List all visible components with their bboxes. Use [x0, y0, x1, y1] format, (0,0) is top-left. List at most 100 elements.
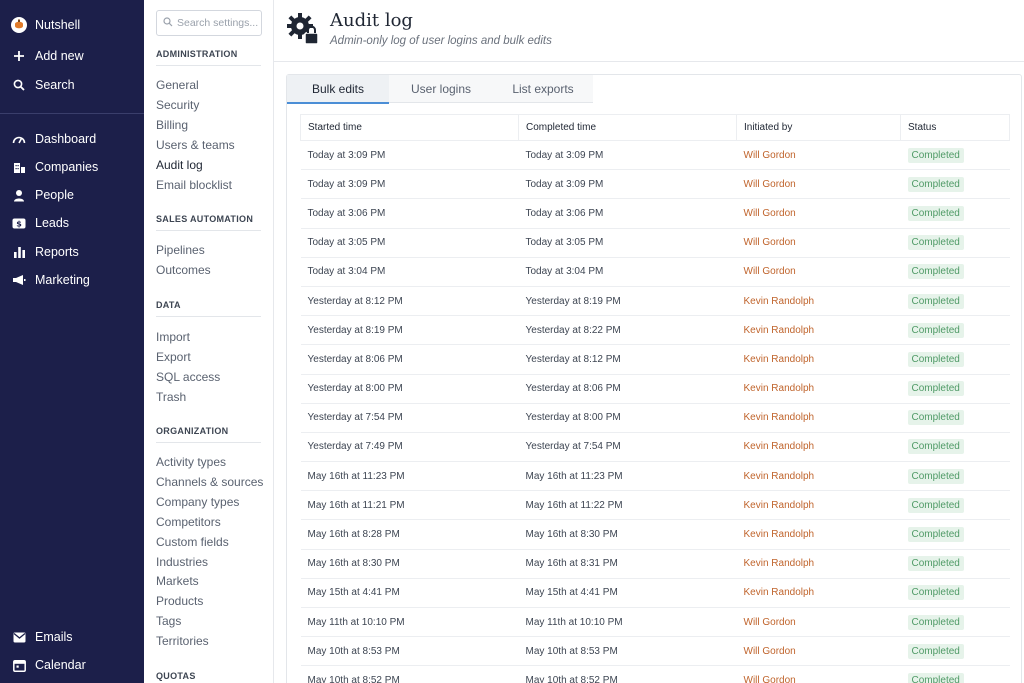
- settings-item-markets[interactable]: Markets: [156, 574, 199, 588]
- settings-item-products[interactable]: Products: [156, 594, 203, 608]
- settings-item-users-teams[interactable]: Users & teams: [156, 138, 235, 152]
- tab-user-logins[interactable]: User logins: [389, 75, 493, 103]
- initiated-by-link[interactable]: Kevin Randolph: [736, 461, 901, 492]
- settings-search[interactable]: [156, 10, 262, 36]
- table-row[interactable]: Yesterday at 7:54 PM Yesterday at 8:00 PM…: [300, 403, 1010, 433]
- initiated-by-link[interactable]: Will Gordon: [736, 228, 901, 258]
- settings-item-audit-log[interactable]: Audit log: [156, 158, 203, 172]
- completed-time-cell: Today at 3:04 PM: [518, 257, 737, 287]
- column-header-status[interactable]: Status: [900, 114, 1010, 141]
- nav-item-label: Calendar: [35, 658, 86, 672]
- initiated-by-link[interactable]: Kevin Randolph: [736, 490, 901, 521]
- settings-item-billing[interactable]: Billing: [156, 118, 188, 132]
- settings-item-general[interactable]: General: [156, 78, 199, 92]
- table-row[interactable]: May 16th at 11:21 PM May 16th at 11:22 PM…: [300, 490, 1010, 521]
- initiated-by-link[interactable]: Kevin Randolph: [736, 578, 901, 609]
- status-cell: Completed: [900, 228, 1010, 258]
- settings-item-industries[interactable]: Industries: [156, 555, 208, 569]
- column-header-started-time[interactable]: Started time: [300, 114, 519, 141]
- initiated-by-link[interactable]: Will Gordon: [736, 607, 901, 638]
- completed-time-cell: Today at 3:05 PM: [518, 228, 737, 258]
- settings-item-export[interactable]: Export: [156, 350, 191, 364]
- table-row[interactable]: May 15th at 4:41 PM May 15th at 4:41 PM Ke…: [300, 578, 1010, 609]
- nav-item-emails[interactable]: Emails: [0, 624, 144, 650]
- settings-item-custom-fields[interactable]: Custom fields: [156, 535, 229, 549]
- initiated-by-link[interactable]: Will Gordon: [736, 665, 901, 683]
- settings-item-competitors[interactable]: Competitors: [156, 515, 221, 529]
- tab-bulk-edits[interactable]: Bulk edits: [287, 75, 389, 104]
- nav-item-companies[interactable]: Companies: [0, 154, 144, 180]
- initiated-by-link[interactable]: Kevin Randolph: [736, 344, 901, 375]
- table-row[interactable]: May 11th at 10:10 PM May 11th at 10:10 PM…: [300, 607, 1010, 638]
- table-row[interactable]: Today at 3:06 PM Today at 3:06 PM Will Gor…: [300, 198, 1010, 229]
- leads-icon: $: [11, 215, 27, 231]
- status-cell: Completed: [900, 286, 1010, 317]
- table-row[interactable]: Yesterday at 7:49 PM Yesterday at 7:54 PM…: [300, 432, 1010, 463]
- table-row[interactable]: Today at 3:05 PM Today at 3:05 PM Will Gor…: [300, 228, 1010, 258]
- initiated-by-link[interactable]: Will Gordon: [736, 636, 901, 667]
- table-row[interactable]: May 16th at 8:28 PM May 16th at 8:30 PM Ke…: [300, 519, 1010, 550]
- initiated-by-link[interactable]: Will Gordon: [736, 140, 901, 171]
- nav-item-leads[interactable]: $ Leads: [0, 210, 144, 236]
- nav-item-search[interactable]: Search: [0, 72, 144, 98]
- settings-item-email-blocklist[interactable]: Email blocklist: [156, 178, 232, 192]
- nav-item-add-new[interactable]: Add new: [0, 43, 144, 69]
- table-row[interactable]: May 16th at 8:30 PM May 16th at 8:31 PM Ke…: [300, 549, 1010, 579]
- status-badge: Completed: [907, 293, 964, 309]
- status-badge: Completed: [907, 176, 964, 192]
- table-row[interactable]: Yesterday at 8:00 PM Yesterday at 8:06 PM…: [300, 374, 1010, 404]
- column-header-completed-time[interactable]: Completed time: [518, 114, 737, 141]
- status-badge: Completed: [907, 468, 964, 484]
- settings-item-activity-types[interactable]: Activity types: [156, 455, 226, 469]
- initiated-by-link[interactable]: Will Gordon: [736, 257, 901, 287]
- nav-item-calendar[interactable]: Calendar: [0, 652, 144, 678]
- settings-search-input[interactable]: [177, 17, 261, 29]
- status-cell: Completed: [900, 549, 1010, 579]
- completed-time-cell: Yesterday at 8:19 PM: [518, 286, 737, 317]
- column-header-initiated-by[interactable]: Initiated by: [736, 114, 901, 141]
- initiated-by-link[interactable]: Will Gordon: [736, 198, 901, 229]
- initiated-by-link[interactable]: Kevin Randolph: [736, 432, 901, 463]
- calendar-icon: [11, 657, 27, 673]
- table-row[interactable]: Yesterday at 8:12 PM Yesterday at 8:19 PM…: [300, 286, 1010, 317]
- started-time-cell: May 11th at 10:10 PM: [300, 607, 519, 638]
- app-brand[interactable]: Nutshell: [0, 12, 144, 38]
- nav-item-dashboard[interactable]: Dashboard: [0, 126, 144, 152]
- settings-item-trash[interactable]: Trash: [156, 390, 186, 404]
- table-row[interactable]: May 10th at 8:52 PM May 10th at 8:52 PM Wi…: [300, 665, 1010, 683]
- table-row[interactable]: Today at 3:09 PM Today at 3:09 PM Will Gor…: [300, 140, 1010, 171]
- table-row[interactable]: Yesterday at 8:06 PM Yesterday at 8:12 PM…: [300, 344, 1010, 375]
- settings-item-outcomes[interactable]: Outcomes: [156, 263, 211, 277]
- initiated-by-link[interactable]: Kevin Randolph: [736, 286, 901, 317]
- settings-item-sql-access[interactable]: SQL access: [156, 370, 220, 384]
- nav-item-people[interactable]: People: [0, 182, 144, 208]
- settings-item-security[interactable]: Security: [156, 98, 199, 112]
- initiated-by-link[interactable]: Will Gordon: [736, 169, 901, 200]
- completed-time-cell: May 15th at 4:41 PM: [518, 578, 737, 609]
- nav-item-marketing[interactable]: Marketing: [0, 267, 144, 293]
- table-row[interactable]: May 16th at 11:23 PM May 16th at 11:23 PM…: [300, 461, 1010, 492]
- initiated-by-link[interactable]: Kevin Randolph: [736, 315, 901, 346]
- status-cell: Completed: [900, 461, 1010, 492]
- settings-item-channels-sources[interactable]: Channels & sources: [156, 475, 263, 489]
- tab-list-exports[interactable]: List exports: [493, 75, 593, 103]
- initiated-by-link[interactable]: Kevin Randolph: [736, 403, 901, 433]
- status-cell: Completed: [900, 636, 1010, 667]
- table-row[interactable]: Yesterday at 8:19 PM Yesterday at 8:22 PM…: [300, 315, 1010, 346]
- initiated-by-link[interactable]: Kevin Randolph: [736, 519, 901, 550]
- status-badge: Completed: [907, 527, 964, 543]
- nav-item-label: Emails: [35, 630, 73, 644]
- initiated-by-link[interactable]: Kevin Randolph: [736, 374, 901, 404]
- table-row[interactable]: Today at 3:09 PM Today at 3:09 PM Will Gor…: [300, 169, 1010, 200]
- table-row[interactable]: May 10th at 8:53 PM May 10th at 8:53 PM Wi…: [300, 636, 1010, 667]
- settings-item-import[interactable]: Import: [156, 330, 190, 344]
- nav-item-reports[interactable]: Reports: [0, 239, 144, 265]
- settings-item-company-types[interactable]: Company types: [156, 495, 239, 509]
- settings-item-territories[interactable]: Territories: [156, 634, 209, 648]
- settings-item-tags[interactable]: Tags: [156, 614, 181, 628]
- table-row[interactable]: Today at 3:04 PM Today at 3:04 PM Will Gor…: [300, 257, 1010, 287]
- nav-item-label: Add new: [35, 49, 84, 63]
- settings-item-pipelines[interactable]: Pipelines: [156, 243, 205, 257]
- settings-section-heading: SALES AUTOMATION: [156, 214, 261, 231]
- initiated-by-link[interactable]: Kevin Randolph: [736, 549, 901, 579]
